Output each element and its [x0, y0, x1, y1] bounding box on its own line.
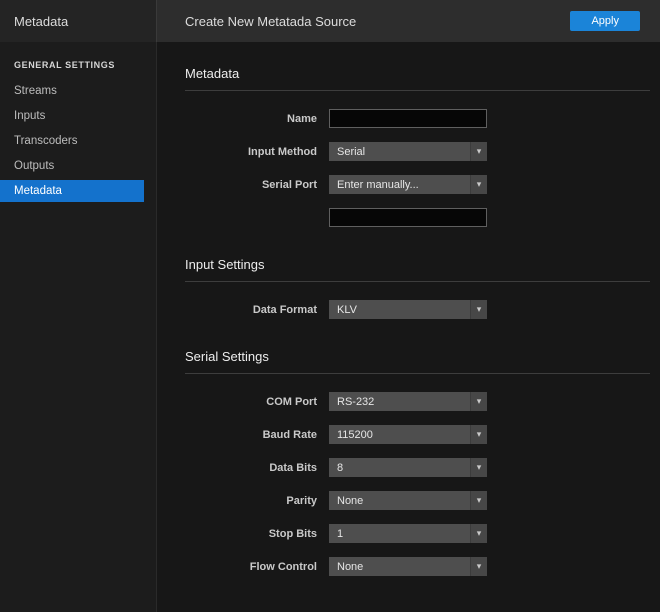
select-value: KLV [337, 304, 470, 316]
select-value: None [337, 561, 470, 573]
chevron-down-icon: ▾ [470, 557, 487, 576]
form-row-parity: Parity None ▾ [185, 491, 650, 510]
sidebar-item-inputs[interactable]: Inputs [0, 105, 144, 127]
field-label-baud-rate: Baud Rate [185, 429, 317, 441]
field-label-input-method: Input Method [185, 146, 317, 158]
body-area: GENERAL SETTINGS Streams Inputs Transcod… [0, 42, 660, 612]
chevron-down-icon: ▾ [470, 300, 487, 319]
page-title: Create New Metatada Source [185, 14, 356, 29]
sidebar-item-outputs[interactable]: Outputs [0, 155, 144, 177]
form-row-baud-rate: Baud Rate 115200 ▾ [185, 425, 650, 444]
select-value: Enter manually... [337, 179, 470, 191]
baud-rate-select[interactable]: 115200 ▾ [329, 425, 487, 444]
section-input-settings: Input Settings Data Format KLV ▾ [185, 257, 650, 319]
section-title-metadata: Metadata [185, 66, 650, 91]
sidebar-section-label: GENERAL SETTINGS [0, 46, 156, 80]
section-serial-settings: Serial Settings COM Port RS-232 ▾ Baud R… [185, 349, 650, 576]
sidebar-item-metadata[interactable]: Metadata [0, 180, 144, 202]
section-title-serial-settings: Serial Settings [185, 349, 650, 374]
form-row-flow-control: Flow Control None ▾ [185, 557, 650, 576]
main-content: Metadata Name Input Method Serial ▾ Seri… [157, 42, 660, 612]
field-label-com-port: COM Port [185, 396, 317, 408]
chevron-down-icon: ▾ [470, 142, 487, 161]
form-row-serial-port-manual [185, 208, 650, 227]
flow-control-select[interactable]: None ▾ [329, 557, 487, 576]
data-bits-select[interactable]: 8 ▾ [329, 458, 487, 477]
select-value: None [337, 495, 470, 507]
form-row-data-format: Data Format KLV ▾ [185, 300, 650, 319]
field-label-data-bits: Data Bits [185, 462, 317, 474]
select-value: RS-232 [337, 396, 470, 408]
select-value: 115200 [337, 429, 470, 441]
sidebar: GENERAL SETTINGS Streams Inputs Transcod… [0, 42, 157, 612]
chevron-down-icon: ▾ [470, 458, 487, 477]
app-window: Metadata Create New Metatada Source Appl… [0, 0, 660, 612]
serial-port-manual-input[interactable] [329, 208, 487, 227]
chevron-down-icon: ▾ [470, 175, 487, 194]
app-title: Metadata [14, 14, 68, 29]
chevron-down-icon: ▾ [470, 425, 487, 444]
field-label-flow-control: Flow Control [185, 561, 317, 573]
sidebar-item-transcoders[interactable]: Transcoders [0, 130, 144, 152]
input-method-select[interactable]: Serial ▾ [329, 142, 487, 161]
chevron-down-icon: ▾ [470, 524, 487, 543]
parity-select[interactable]: None ▾ [329, 491, 487, 510]
field-label-parity: Parity [185, 495, 317, 507]
form-row-stop-bits: Stop Bits 1 ▾ [185, 524, 650, 543]
form-row-serial-port: Serial Port Enter manually... ▾ [185, 175, 650, 194]
header-main: Create New Metatada Source Apply [157, 0, 660, 42]
select-value: 8 [337, 462, 470, 474]
select-value: Serial [337, 146, 470, 158]
header-left: Metadata [0, 0, 157, 42]
form-row-data-bits: Data Bits 8 ▾ [185, 458, 650, 477]
field-label-serial-port: Serial Port [185, 179, 317, 191]
select-value: 1 [337, 528, 470, 540]
form-row-com-port: COM Port RS-232 ▾ [185, 392, 650, 411]
sidebar-item-streams[interactable]: Streams [0, 80, 144, 102]
stop-bits-select[interactable]: 1 ▾ [329, 524, 487, 543]
apply-button[interactable]: Apply [570, 11, 640, 31]
com-port-select[interactable]: RS-232 ▾ [329, 392, 487, 411]
header-bar: Metadata Create New Metatada Source Appl… [0, 0, 660, 42]
section-title-input-settings: Input Settings [185, 257, 650, 282]
form-row-input-method: Input Method Serial ▾ [185, 142, 650, 161]
data-format-select[interactable]: KLV ▾ [329, 300, 487, 319]
chevron-down-icon: ▾ [470, 491, 487, 510]
serial-port-select[interactable]: Enter manually... ▾ [329, 175, 487, 194]
field-label-data-format: Data Format [185, 304, 317, 316]
chevron-down-icon: ▾ [470, 392, 487, 411]
field-label-stop-bits: Stop Bits [185, 528, 317, 540]
form-row-name: Name [185, 109, 650, 128]
field-label-name: Name [185, 113, 317, 125]
name-input[interactable] [329, 109, 487, 128]
section-metadata: Metadata Name Input Method Serial ▾ Seri… [185, 66, 650, 227]
